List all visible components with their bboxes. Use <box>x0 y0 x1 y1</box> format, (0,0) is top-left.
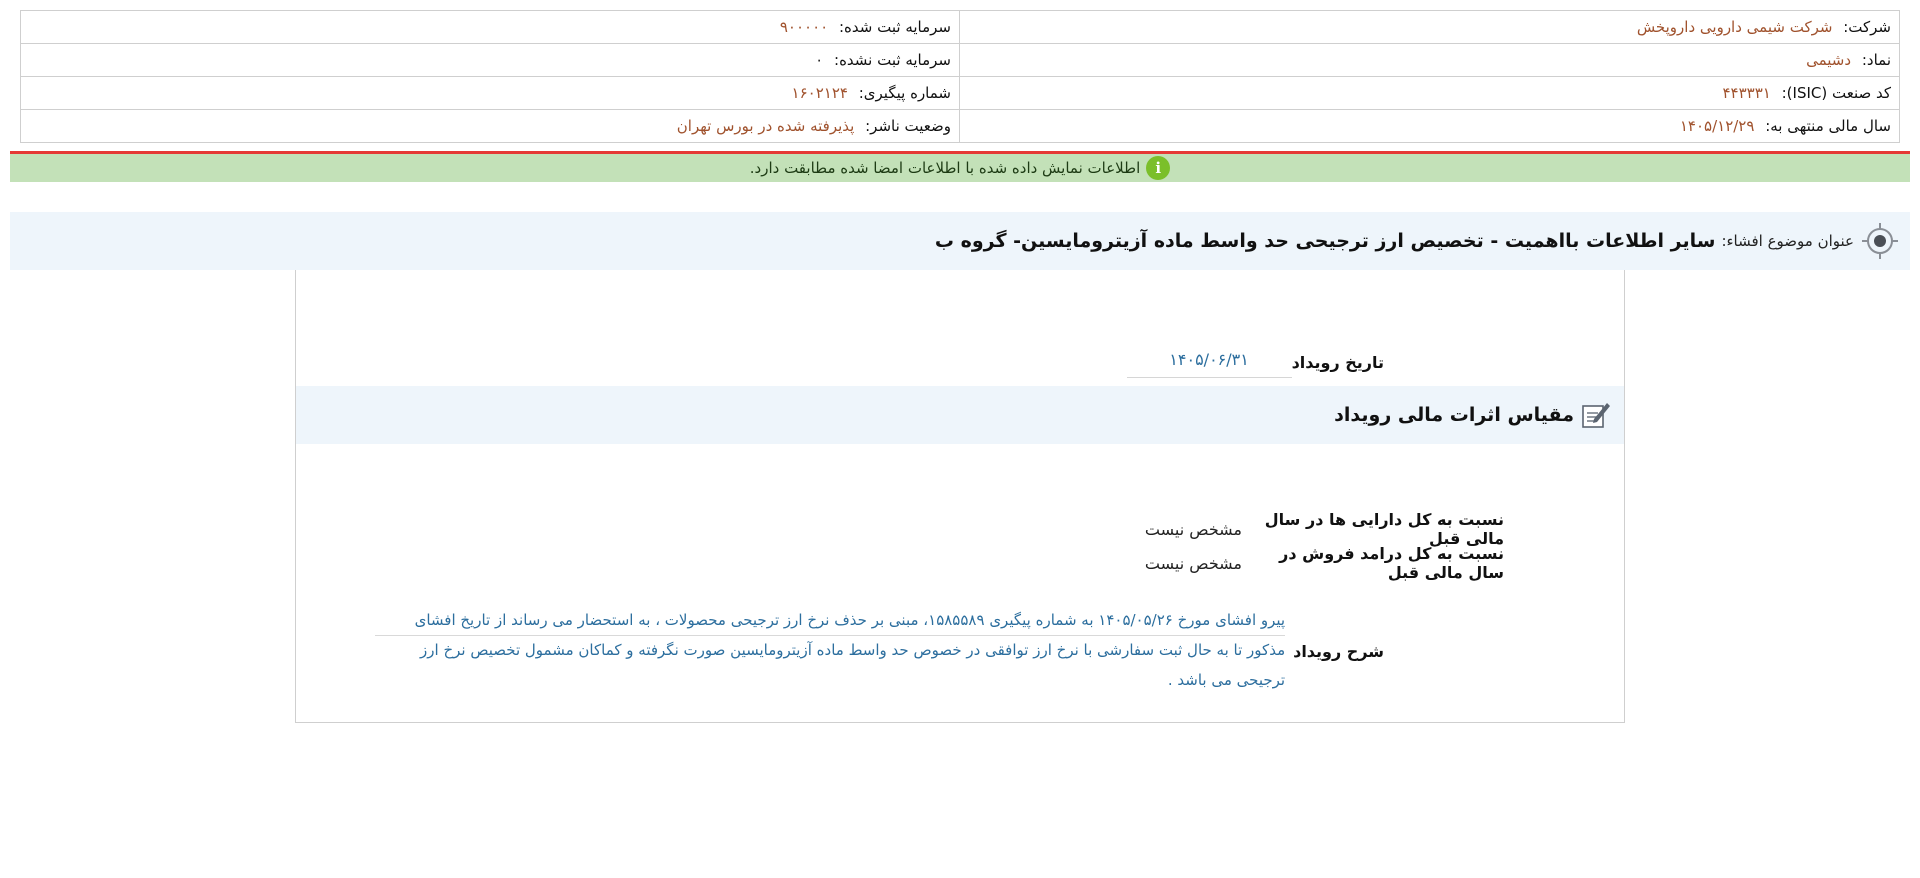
unregistered-capital-label: سرمایه ثبت نشده: <box>834 51 951 69</box>
publisher-status-label: وضعیت ناشر: <box>865 117 951 135</box>
edit-icon <box>1582 403 1610 428</box>
tracking-label: شماره پیگیری: <box>858 84 951 102</box>
company-cell: شرکت: شرکت شیمی دارویی داروپخش <box>959 10 1900 44</box>
company-label: شرکت: <box>1843 18 1891 36</box>
ratio-assets-label: نسبت به کل دارایی ها در سال مالی قبل <box>1264 510 1504 548</box>
registered-capital-value: ۹۰۰۰۰۰ <box>779 18 829 36</box>
ratio-assets-row: نسبت به کل دارایی ها در سال مالی قبل مشخ… <box>1122 510 1504 548</box>
info-icon: i <box>1146 156 1171 180</box>
subject-title: سایر اطلاعات بااهمیت - تخصیص ارز ترجیحی … <box>934 230 1716 252</box>
registered-capital-cell: سرمایه ثبت شده: ۹۰۰۰۰۰ <box>20 10 960 44</box>
ratio-assets-value: مشخص نیست <box>1144 519 1242 539</box>
event-date-label: تاریخ رویداد <box>1291 352 1384 372</box>
event-date-row: تاریخ رویداد ۱۴۰۵/۰۶/۳۱ <box>1121 346 1384 378</box>
subject-bar: عنوان موضوع افشاء: سایر اطلاعات بااهمیت … <box>10 212 1910 270</box>
ratio-sales-row: نسبت به کل درامد فروش در سال مالی قبل مش… <box>1122 544 1504 582</box>
unregistered-capital-value: ۰ <box>815 51 824 69</box>
isic-label: کد صنعت (ISIC): <box>1781 84 1891 102</box>
symbol-value: دشیمی <box>1806 51 1852 69</box>
tracking-cell: شماره پیگیری: ۱۶۰۲۱۲۴ <box>20 76 960 110</box>
ratio-sales-value: مشخص نیست <box>1144 553 1242 573</box>
verification-banner: i اطلاعات نمایش داده شده با اطلاعات امضا… <box>10 151 1910 182</box>
fiscal-year-cell: سال مالی منتهی به: ۱۴۰۵/۱۲/۲۹ <box>959 109 1900 143</box>
isic-cell: کد صنعت (ISIC): ۴۴۳۳۳۱ <box>959 76 1900 110</box>
event-panel: تاریخ رویداد ۱۴۰۵/۰۶/۳۱ مقیاس اثرات مالی… <box>295 270 1625 723</box>
symbol-cell: نماد: دشیمی <box>959 43 1900 77</box>
financial-effects-title: مقیاس اثرات مالی رویداد <box>1334 404 1574 426</box>
publisher-status-cell: وضعیت ناشر: پذیرفته شده در بورس تهران <box>20 109 960 143</box>
financial-effects-section: مقیاس اثرات مالی رویداد <box>296 386 1624 444</box>
company-info-table: شرکت: شرکت شیمی دارویی داروپخش سرمایه ثب… <box>20 10 1900 143</box>
event-description-label: شرح رویداد <box>1293 641 1384 661</box>
ratio-sales-label: نسبت به کل درامد فروش در سال مالی قبل <box>1279 544 1504 582</box>
target-icon <box>1862 223 1898 259</box>
event-description-row: شرح رویداد پیرو افشای مورخ ۱۴۰۵/۰۵/۲۶ به… <box>375 605 1384 697</box>
event-date-value: ۱۴۰۵/۰۶/۳۱ <box>1126 346 1292 378</box>
company-value: شرکت شیمی دارویی داروپخش <box>1636 18 1833 36</box>
fiscal-year-value: ۱۴۰۵/۱۲/۲۹ <box>1679 117 1755 135</box>
unregistered-capital-cell: سرمایه ثبت نشده: ۰ <box>20 43 960 77</box>
registered-capital-label: سرمایه ثبت شده: <box>839 18 951 36</box>
symbol-label: نماد: <box>1861 51 1891 69</box>
fiscal-year-label: سال مالی منتهی به: <box>1765 117 1891 135</box>
tracking-value: ۱۶۰۲۱۲۴ <box>791 84 848 102</box>
subject-label: عنوان موضوع افشاء: <box>1721 232 1854 250</box>
verification-message: اطلاعات نمایش داده شده با اطلاعات امضا ش… <box>749 159 1141 177</box>
event-description-text: پیرو افشای مورخ ۱۴۰۵/۰۵/۲۶ به شماره پیگی… <box>375 605 1286 697</box>
isic-value: ۴۴۳۳۳۱ <box>1722 84 1771 102</box>
publisher-status-value: پذیرفته شده در بورس تهران <box>676 117 855 135</box>
